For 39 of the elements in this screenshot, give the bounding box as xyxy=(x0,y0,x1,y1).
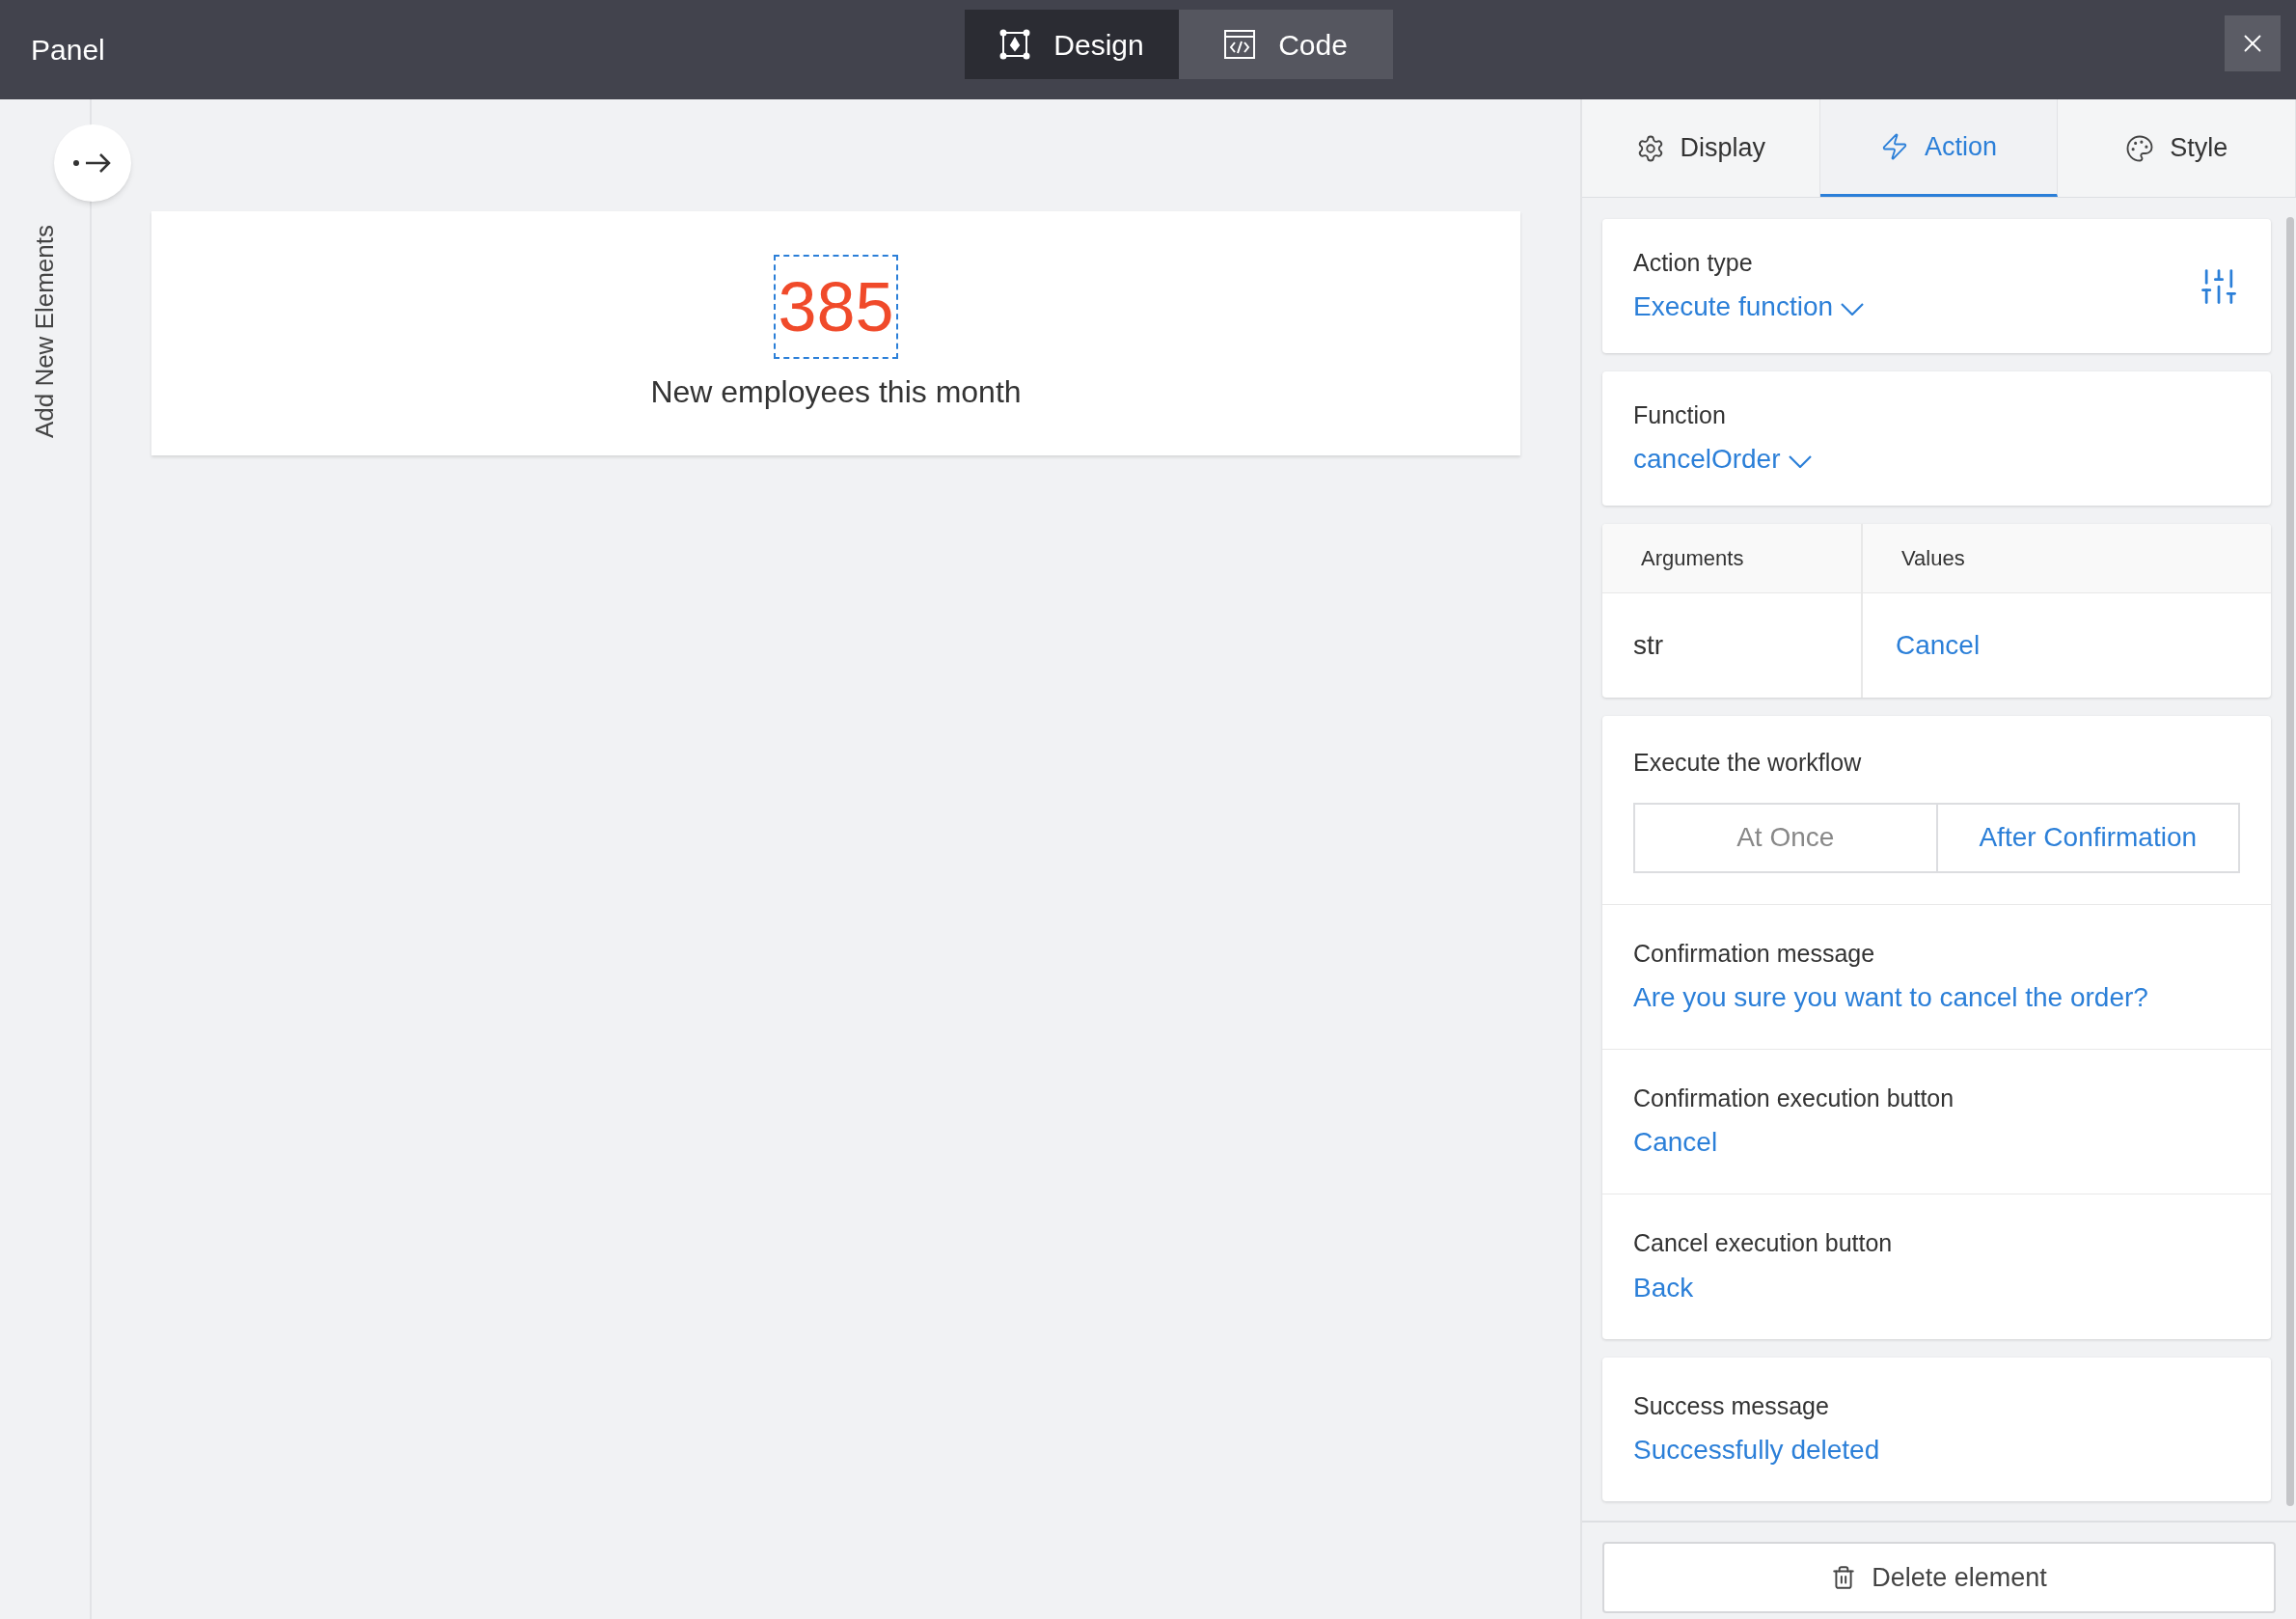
window-title: Panel xyxy=(31,33,105,68)
delete-button[interactable]: Delete element xyxy=(1602,1542,2276,1613)
mode-tab[interactable]: Code xyxy=(1179,10,1393,79)
frame-icon xyxy=(999,29,1031,60)
scrollbar[interactable] xyxy=(2286,217,2294,1506)
field-label: Success message xyxy=(1633,1390,1830,1421)
segment-option[interactable]: At Once xyxy=(1633,802,1938,873)
panel-tab[interactable]: Display xyxy=(1582,99,1820,197)
lightning-icon xyxy=(1880,132,1909,161)
field-value[interactable]: Are you sure you want to cancel the order? xyxy=(1633,977,2148,1019)
metric-caption: New employees this month xyxy=(650,373,1022,411)
segment-option[interactable]: After Confirmation xyxy=(1935,802,2240,873)
panel-tab[interactable]: Action xyxy=(1819,99,2059,197)
trash-icon xyxy=(1831,1565,1857,1590)
field-value[interactable]: Successfully deleted xyxy=(1633,1430,1880,1471)
metric-value[interactable]: 385 xyxy=(774,255,898,359)
arrow-right-icon xyxy=(72,152,113,174)
panel-tab[interactable]: Style xyxy=(2058,99,2296,197)
field-label: Function xyxy=(1633,399,1727,430)
field-label: Confirmation message xyxy=(1633,938,1876,969)
chevron-down-icon xyxy=(1841,302,1865,316)
argument-cell: str xyxy=(1602,593,1863,698)
mode-tab[interactable]: Design xyxy=(965,10,1179,79)
sidebar-label[interactable]: Add New Elements xyxy=(26,225,64,439)
field-label: Cancel execution button xyxy=(1633,1228,1893,1259)
field-label: Execute the workflow xyxy=(1633,748,1863,778)
close-button[interactable] xyxy=(2225,15,2281,71)
field-label: Action type xyxy=(1633,247,1754,278)
code-window-icon xyxy=(1224,30,1256,59)
field-value[interactable]: Back xyxy=(1633,1267,1694,1308)
dropdown-value[interactable]: Execute function xyxy=(1633,287,1834,328)
dropdown-value[interactable]: cancelOrder xyxy=(1633,439,1781,480)
field-label: Confirmation execution button xyxy=(1633,1083,1954,1113)
column-header: Arguments xyxy=(1602,524,1863,592)
field-value[interactable]: Cancel xyxy=(1633,1122,1718,1164)
column-header: Values xyxy=(1900,545,1966,572)
chevron-down-icon xyxy=(1788,454,1812,468)
value-cell[interactable]: Cancel xyxy=(1863,593,2271,698)
palette-icon xyxy=(2125,133,2155,163)
